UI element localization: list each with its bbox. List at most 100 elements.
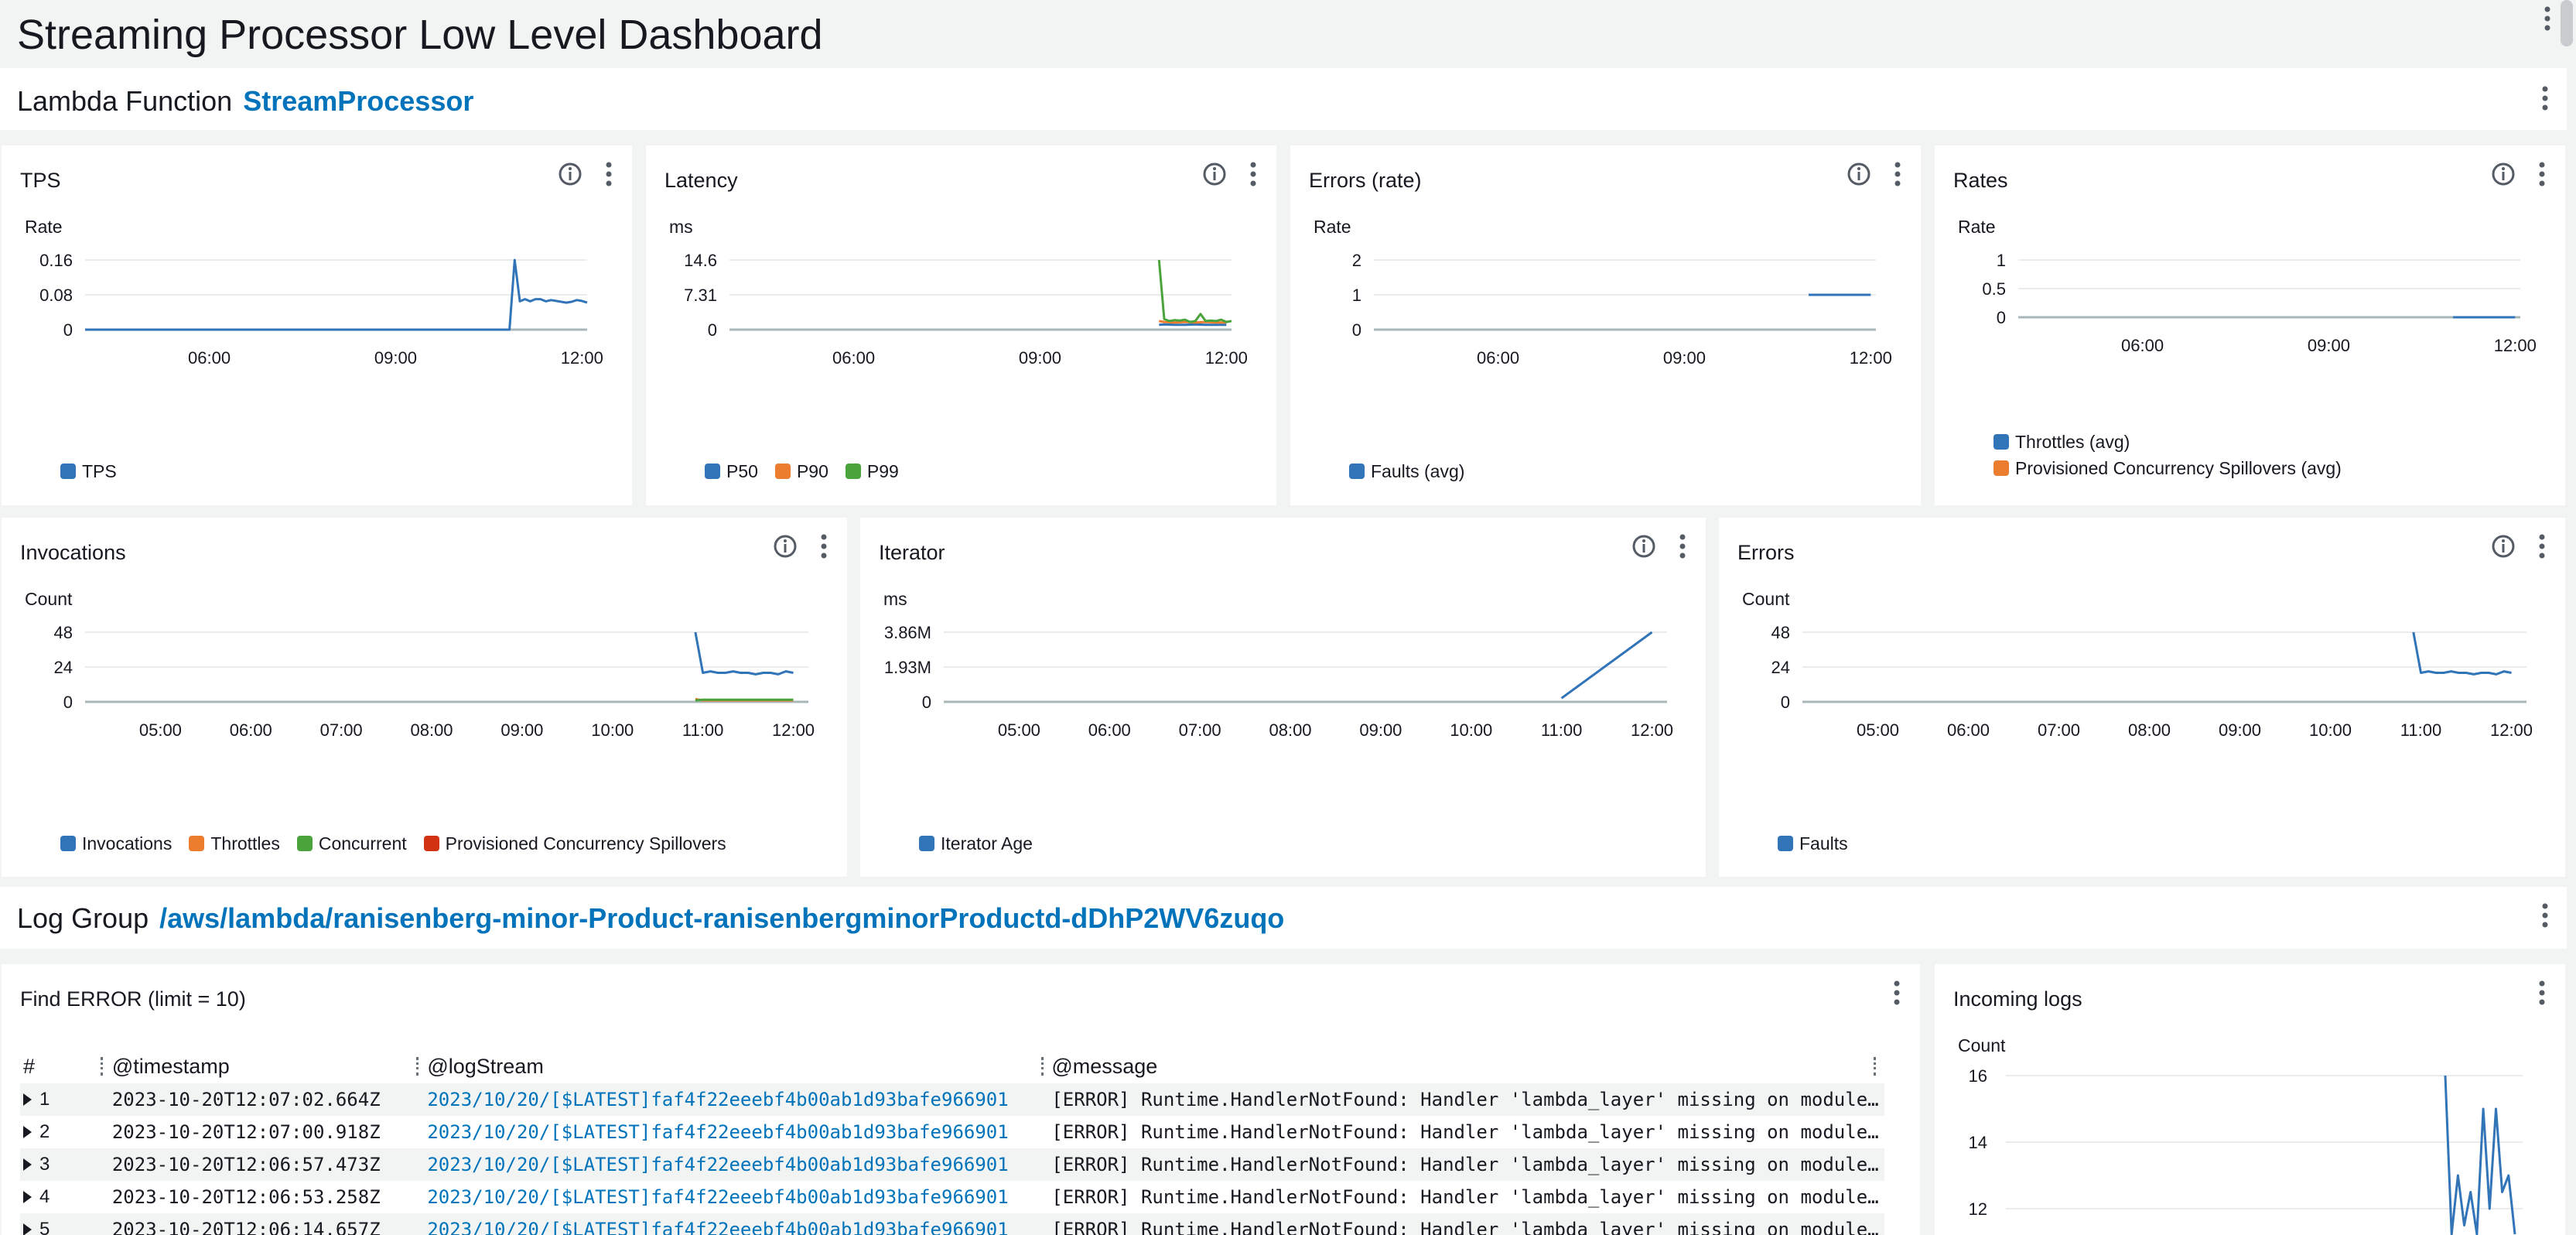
more-vertical-icon[interactable] xyxy=(1249,161,1257,187)
page-scrollbar[interactable] xyxy=(2561,0,2573,46)
column-header-index[interactable]: # xyxy=(20,1055,112,1079)
column-resize-handle[interactable] xyxy=(416,1057,422,1076)
series-line[interactable] xyxy=(2412,631,2512,676)
x-tick-label: 09:00 xyxy=(2219,720,2261,740)
table-row[interactable]: 3 2023-10-20T12:06:57.473Z 2023/10/20/[$… xyxy=(20,1148,1884,1181)
more-vertical-icon[interactable] xyxy=(605,161,613,187)
info-icon[interactable] xyxy=(1631,533,1657,559)
legend-label: P99 xyxy=(866,460,899,481)
x-tick-label: 08:00 xyxy=(410,720,453,740)
more-vertical-icon[interactable] xyxy=(2541,85,2549,115)
info-icon[interactable] xyxy=(2490,533,2516,559)
lambda-heading-label: Lambda Function xyxy=(17,85,233,117)
chart-legend: TPS xyxy=(60,458,117,484)
row-index[interactable]: 5 xyxy=(20,1219,112,1235)
x-tick-label: 05:00 xyxy=(1857,720,1899,740)
table-row[interactable]: 4 2023-10-20T12:06:53.258Z 2023/10/20/[$… xyxy=(20,1181,1884,1213)
x-tick-label: 08:00 xyxy=(2128,720,2171,740)
rates-widget: Rates Rate 0 0.5 1 06:00 09:00 12:00 Throttle… xyxy=(1935,145,2565,505)
x-tick-label: 09:00 xyxy=(501,720,543,740)
column-resize-handle[interactable] xyxy=(1874,1057,1879,1076)
legend-item[interactable]: TPS xyxy=(60,458,117,484)
table-row[interactable]: 2 2023-10-20T12:07:00.918Z 2023/10/20/[$… xyxy=(20,1116,1884,1148)
table-row[interactable]: 5 2023-10-20T12:06:14.657Z 2023/10/20/[$… xyxy=(20,1213,1884,1235)
info-icon[interactable] xyxy=(2490,161,2516,187)
column-resize-handle[interactable] xyxy=(101,1057,106,1076)
chart-legend: Invocations Throttles Concurrent Provisione… xyxy=(60,830,726,857)
legend-swatch xyxy=(919,836,934,851)
info-icon[interactable] xyxy=(1846,161,1872,187)
more-vertical-icon[interactable] xyxy=(1894,161,1901,187)
widget-title: Find ERROR (limit = 10) xyxy=(20,987,246,1011)
info-icon[interactable] xyxy=(1201,161,1228,187)
x-tick-label: 10:00 xyxy=(2309,720,2352,740)
table-row[interactable]: 1 2023-10-20T12:07:02.664Z 2023/10/20/[$… xyxy=(20,1083,1884,1116)
series-line[interactable] xyxy=(1157,259,1232,323)
legend-item[interactable]: Iterator Age xyxy=(919,830,1033,857)
cell-logstream-link[interactable]: 2023/10/20/[$LATEST]faf4f22eeebf4b00ab1d… xyxy=(427,1219,1051,1235)
legend-item[interactable]: Throttles xyxy=(189,830,280,857)
x-tick-label: 11:00 xyxy=(1541,720,1582,740)
widget-title: Errors (rate) xyxy=(1309,169,1422,192)
legend-item[interactable]: Concurrent xyxy=(296,830,407,857)
more-vertical-icon[interactable] xyxy=(2538,980,2546,1006)
column-header-message[interactable]: @message xyxy=(1051,1055,1884,1079)
row-index[interactable]: 1 xyxy=(20,1089,112,1110)
cell-logstream-link[interactable]: 2023/10/20/[$LATEST]faf4f22eeebf4b00ab1d… xyxy=(427,1186,1051,1208)
legend-item[interactable]: Invocations xyxy=(60,830,172,857)
cell-logstream-link[interactable]: 2023/10/20/[$LATEST]faf4f22eeebf4b00ab1d… xyxy=(427,1121,1051,1143)
y-tick-label: 0.08 xyxy=(39,286,73,305)
column-resize-handle[interactable] xyxy=(1041,1057,1047,1076)
legend-swatch xyxy=(1349,464,1365,479)
y-tick-label: 1 xyxy=(1997,251,2006,270)
legend-item[interactable]: P90 xyxy=(774,458,828,484)
info-icon[interactable] xyxy=(557,161,583,187)
series-line[interactable] xyxy=(694,631,794,676)
lambda-section-header: Lambda Function StreamProcessor xyxy=(0,68,2567,130)
dashboard-title: Streaming Processor Low Level Dashboard xyxy=(17,12,823,58)
series-line[interactable] xyxy=(2444,1075,2516,1235)
caret-right-icon[interactable] xyxy=(23,1126,32,1138)
info-icon[interactable] xyxy=(772,533,798,559)
legend-item[interactable]: P50 xyxy=(705,458,758,484)
cell-logstream-link[interactable]: 2023/10/20/[$LATEST]faf4f22eeebf4b00ab1d… xyxy=(427,1154,1051,1175)
more-vertical-icon[interactable] xyxy=(820,533,828,559)
caret-right-icon[interactable] xyxy=(23,1158,32,1171)
series-line[interactable] xyxy=(1159,323,1227,327)
more-vertical-icon[interactable] xyxy=(1893,980,1901,1006)
cell-timestamp: 2023-10-20T12:06:14.657Z xyxy=(111,1219,381,1235)
legend-item[interactable]: P99 xyxy=(845,458,899,484)
caret-right-icon[interactable] xyxy=(23,1093,32,1106)
more-vertical-icon[interactable] xyxy=(2538,533,2546,559)
legend-label: TPS xyxy=(82,460,117,481)
caret-right-icon[interactable] xyxy=(23,1191,32,1203)
legend-item[interactable]: Faults (avg) xyxy=(1349,458,1464,484)
legend-swatch xyxy=(60,836,76,851)
x-tick-label: 08:00 xyxy=(1269,720,1311,740)
legend-swatch xyxy=(1778,836,1793,851)
y-tick-label: 2 xyxy=(1352,251,1361,270)
caret-right-icon[interactable] xyxy=(23,1223,32,1235)
more-vertical-icon[interactable] xyxy=(2538,161,2546,187)
more-vertical-icon[interactable] xyxy=(2541,902,2549,932)
legend-item[interactable]: Faults xyxy=(1778,830,1848,857)
column-header-logstream[interactable]: @logStream xyxy=(427,1055,1051,1079)
lambda-function-link[interactable]: StreamProcessor xyxy=(243,85,473,117)
series-line[interactable] xyxy=(1560,631,1653,700)
row-index[interactable]: 2 xyxy=(20,1121,112,1143)
y-axis-unit: Rate xyxy=(1314,217,1351,237)
more-vertical-icon[interactable] xyxy=(2544,5,2551,36)
log-group-heading: Log Group/aws/lambda/ranisenberg-minor-P… xyxy=(17,902,1284,935)
cell-logstream-link[interactable]: 2023/10/20/[$LATEST]faf4f22eeebf4b00ab1d… xyxy=(427,1089,1051,1110)
more-vertical-icon[interactable] xyxy=(1679,533,1686,559)
y-tick-label: 14.6 xyxy=(684,251,717,270)
legend-item[interactable]: Provisioned Concurrency Spillovers (avg) xyxy=(1993,455,2342,481)
x-tick-label: 06:00 xyxy=(1088,720,1131,740)
legend-item[interactable]: Throttles (avg) xyxy=(1993,429,2342,455)
log-group-link[interactable]: /aws/lambda/ranisenberg-minor-Product-ra… xyxy=(159,902,1284,934)
row-index[interactable]: 3 xyxy=(20,1154,112,1175)
log-results-table: # @timestamp @logStream @message 1 2023-… xyxy=(20,1049,1884,1235)
column-header-timestamp[interactable]: @timestamp xyxy=(112,1055,427,1079)
legend-item[interactable]: Provisioned Concurrency Spillovers xyxy=(423,830,726,857)
row-index[interactable]: 4 xyxy=(20,1186,112,1208)
